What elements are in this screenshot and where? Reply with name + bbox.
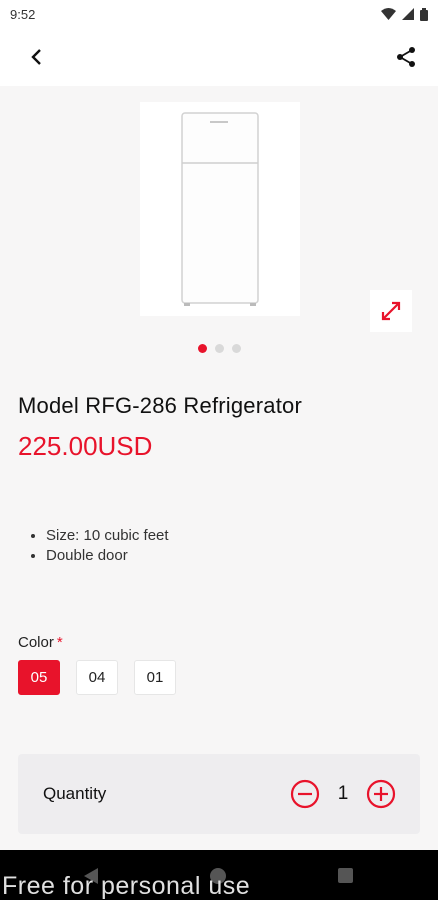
product-gallery[interactable] — [0, 86, 438, 366]
color-option-01[interactable]: 01 — [134, 660, 176, 695]
plus-circle-icon — [366, 779, 396, 809]
quantity-stepper: 1 — [290, 779, 396, 809]
expand-icon — [381, 301, 401, 321]
color-options: 05 04 01 — [18, 660, 176, 695]
status-time: 9:52 — [10, 6, 36, 22]
fullscreen-button[interactable] — [370, 290, 412, 332]
battery-icon — [420, 7, 428, 21]
minus-circle-icon — [290, 779, 320, 809]
quantity-value: 1 — [337, 783, 349, 804]
back-arrow-icon — [31, 49, 41, 65]
gallery-pagination — [0, 344, 438, 353]
spec-item: Size: 10 cubic feet — [46, 526, 169, 546]
share-icon — [397, 47, 415, 67]
pagination-dot[interactable] — [214, 344, 224, 353]
increase-quantity-button[interactable] — [366, 779, 396, 809]
status-icons — [381, 7, 428, 21]
share-button[interactable] — [394, 45, 418, 69]
pagination-dot-active[interactable] — [197, 344, 207, 353]
color-option-04[interactable]: 04 — [76, 660, 118, 695]
app-bar — [0, 28, 438, 86]
back-button[interactable] — [24, 45, 48, 69]
quantity-card: Quantity 1 — [18, 754, 420, 834]
required-mark: * — [56, 634, 63, 651]
product-title: Model RFG-286 Refrigerator — [18, 393, 302, 418]
color-option-05[interactable]: 05 — [18, 660, 60, 695]
spec-item: Double door — [46, 546, 169, 566]
nav-recents-icon[interactable] — [338, 868, 353, 883]
quantity-label: Quantity — [43, 784, 107, 803]
watermark-text: Free for personal use — [2, 872, 251, 900]
decrease-quantity-button[interactable] — [290, 779, 320, 809]
status-bar: 9:52 — [0, 0, 438, 28]
refrigerator-image — [181, 112, 259, 306]
cellular-signal-icon — [402, 8, 414, 20]
product-price: 225.00USD — [18, 431, 153, 461]
product-specs: Size: 10 cubic feet Double door — [46, 526, 169, 566]
wifi-icon — [381, 8, 396, 20]
pagination-dot[interactable] — [231, 344, 241, 353]
color-label: Color * — [18, 634, 63, 651]
product-image[interactable] — [140, 102, 300, 316]
color-label-text: Color — [18, 634, 54, 651]
